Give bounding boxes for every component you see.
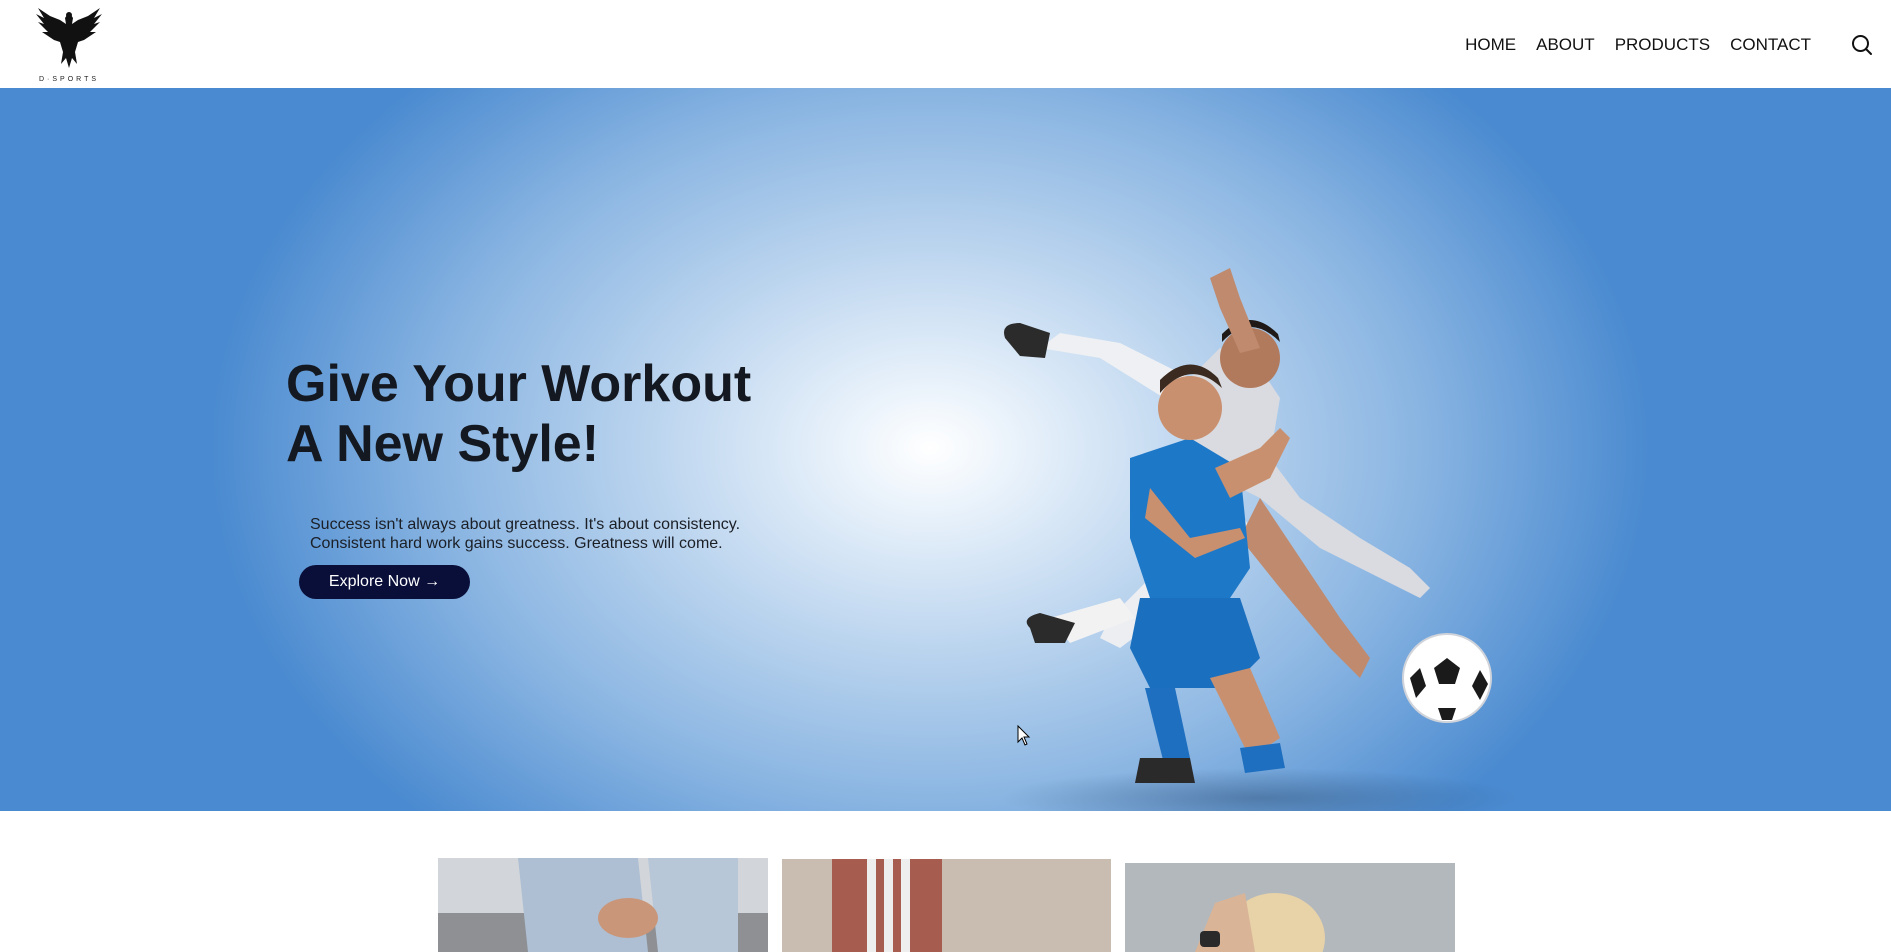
- search-icon: [1852, 35, 1872, 55]
- hero-title: Give Your Workout A New Style!: [286, 354, 806, 474]
- hero-section: Give Your Workout A New Style! Success i…: [0, 88, 1891, 811]
- main-nav: HOME ABOUT PRODUCTS CONTACT: [1455, 35, 1821, 55]
- search-button[interactable]: [1851, 34, 1873, 56]
- soccer-ball-icon: [1402, 633, 1492, 723]
- hero-text-line1: Success isn't always about greatness. It…: [310, 516, 741, 533]
- product-image-athlete: [1125, 863, 1455, 952]
- mouse-cursor-icon: [1017, 725, 1031, 746]
- explore-now-button[interactable]: Explore Now →: [299, 565, 470, 599]
- hero-players-image: [1000, 268, 1520, 811]
- hero-description: Success isn't always about greatness. It…: [310, 515, 790, 553]
- hero-title-line2: A New Style!: [286, 415, 600, 473]
- nav-about[interactable]: ABOUT: [1526, 35, 1605, 55]
- eagle-logo-icon: [36, 8, 102, 68]
- product-image-striped-pants: [782, 859, 1111, 952]
- hero-title-line1: Give Your Workout: [286, 355, 752, 413]
- products-section: [0, 811, 1891, 952]
- brand-name: D·SPORTS: [38, 76, 100, 83]
- product-card-athlete[interactable]: [1125, 863, 1455, 952]
- brand-logo[interactable]: D·SPORTS: [30, 2, 108, 86]
- nav-home[interactable]: HOME: [1455, 35, 1526, 55]
- product-card-striped-pants[interactable]: [782, 859, 1111, 952]
- site-header: D·SPORTS HOME ABOUT PRODUCTS CONTACT: [0, 0, 1891, 88]
- product-image-jeans: [438, 858, 768, 952]
- hero-text-line2: Consistent hard work gains success. Grea…: [310, 535, 723, 552]
- nav-contact[interactable]: CONTACT: [1720, 35, 1821, 55]
- nav-products[interactable]: PRODUCTS: [1605, 35, 1720, 55]
- product-card-jeans[interactable]: [438, 858, 768, 952]
